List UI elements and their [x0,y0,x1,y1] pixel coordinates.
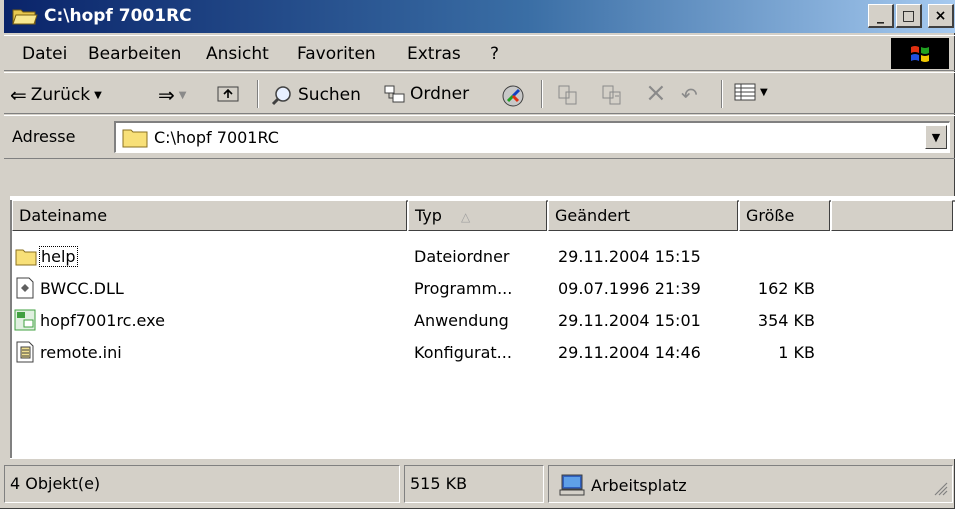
maximize-button[interactable]: □ [896,4,922,28]
forward-arrow-icon: ⇒ [158,83,175,107]
window-title: C:\hopf 7001RC [44,6,192,26]
folder-tree-icon [384,85,405,103]
history-icon [502,85,524,107]
folder-icon [15,249,37,266]
address-label: Adresse [12,127,76,146]
file-row[interactable]: hopf7001rc.exe Anwendung 29.11.2004 15:0… [12,307,952,335]
menu-extras[interactable]: Extras [407,44,461,64]
column-header-modified[interactable]: Geändert [548,200,738,231]
sort-ascending-icon: △ [461,210,471,224]
views-icon [734,83,756,101]
file-size: 1 KB [778,343,815,362]
views-button[interactable]: ▼ [734,83,768,101]
file-modified: 29.11.2004 15:01 [558,311,701,330]
chevron-down-icon: ▼ [760,86,768,98]
menu-datei[interactable]: Datei [22,44,67,64]
search-button[interactable]: Suchen [270,83,361,107]
file-type: Anwendung [414,311,509,330]
toolbar-separator [541,80,543,108]
explorer-window: C:\hopf 7001RC _ □ × Datei Bearbeiten An… [0,0,955,509]
file-row[interactable]: help Dateiordner 29.11.2004 15:15 [12,243,952,271]
address-combobox[interactable]: C:\hopf 7001RC ▼ [114,121,950,153]
column-header-empty [831,200,953,231]
file-name: help [39,246,78,267]
file-type: Programm... [414,279,513,298]
folders-label: Ordner [410,84,470,104]
file-name: BWCC.DLL [40,279,124,298]
history-button[interactable] [500,83,526,109]
back-button[interactable]: ⇐ Zurück ▼ [10,83,102,107]
move-to-button[interactable] [556,83,580,107]
ini-icon [16,341,34,363]
chevron-down-icon: ▼ [931,130,941,144]
toolbar-separator [721,80,723,108]
delete-button[interactable]: × [645,78,667,108]
toolbar-separator [257,80,259,108]
address-value: C:\hopf 7001RC [154,128,279,147]
copy-to-button[interactable] [600,83,624,107]
file-name: remote.ini [40,343,122,362]
chevron-down-icon: ▼ [178,89,187,101]
folder-icon [122,129,148,148]
address-dropdown-button[interactable]: ▼ [925,125,947,149]
close-button[interactable]: × [928,4,954,28]
dll-icon [16,277,34,299]
chevron-down-icon: ▼ [94,89,102,101]
menu-ansicht[interactable]: Ansicht [206,44,269,64]
move-to-icon [558,85,577,105]
back-arrow-icon: ⇐ [10,83,27,107]
windows-logo-icon [891,38,949,69]
forward-button[interactable]: ⇒ ▼ [158,83,186,107]
file-type: Dateiordner [414,247,510,266]
file-row[interactable]: remote.ini Konfigurat... 29.11.2004 14:4… [12,339,952,367]
address-bar: Adresse C:\hopf 7001RC ▼ [4,115,955,159]
delete-icon: × [645,78,667,108]
up-folder-button[interactable] [216,83,240,103]
resize-grip-icon[interactable] [932,480,948,496]
undo-icon: ↶ [681,83,698,107]
undo-button[interactable]: ↶ [681,83,698,107]
copy-to-icon [602,85,621,105]
file-modified: 09.07.1996 21:39 [558,279,701,298]
file-modified: 29.11.2004 14:46 [558,343,701,362]
file-modified: 29.11.2004 15:15 [558,247,701,266]
menu-bar: Datei Bearbeiten Ansicht Favoriten Extra… [4,35,955,71]
file-name: hopf7001rc.exe [40,311,165,330]
title-bar[interactable]: C:\hopf 7001RC _ □ × [4,0,955,33]
toolbar: ⇐ Zurück ▼ ⇒ ▼ Suchen Ordner × ↶ ▼ [4,72,955,114]
back-label: Zurück [30,85,91,105]
folders-button[interactable]: Ordner [382,83,469,105]
status-location: Arbeitsplatz [548,465,953,503]
hopf-exe-icon [14,309,36,331]
status-object-count: 4 Objekt(e) [4,465,400,503]
column-header-type[interactable]: Typ △ [408,200,547,231]
menu-bearbeiten[interactable]: Bearbeiten [88,44,181,64]
status-location-label: Arbeitsplatz [591,475,687,495]
column-header-type-label: Typ [415,206,442,225]
up-folder-icon [217,86,239,102]
menu-help[interactable]: ? [490,44,499,64]
file-size: 162 KB [757,279,815,298]
minimize-button[interactable]: _ [868,4,894,28]
column-header-name[interactable]: Dateiname [12,200,407,231]
file-type: Konfigurat... [414,343,512,362]
search-label: Suchen [298,85,361,105]
search-icon [271,86,291,106]
column-header-size[interactable]: Größe [739,200,830,231]
open-folder-icon [12,9,38,25]
status-total-size: 515 KB [404,465,544,503]
my-computer-icon [559,474,585,496]
file-size: 354 KB [757,311,815,330]
file-row[interactable]: BWCC.DLL Programm... 09.07.1996 21:39 16… [12,275,952,303]
menu-favoriten[interactable]: Favoriten [297,44,376,64]
